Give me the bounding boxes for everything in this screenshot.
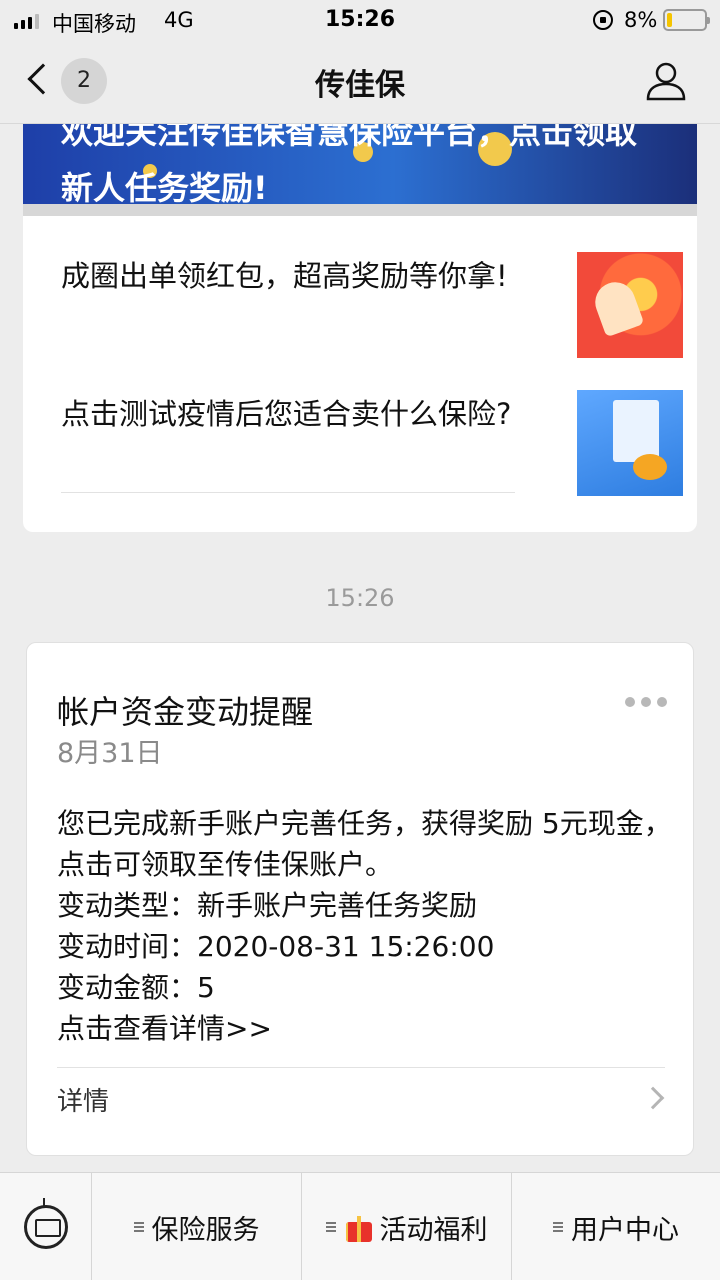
change-amount: 变动金额：5 xyxy=(57,971,215,1004)
bottom-menu-bar: 保险服务 活动福利 用户中心 xyxy=(0,1172,720,1280)
nav-bar: 2 传佳保 xyxy=(0,40,720,124)
menu-label: 用户中心 xyxy=(571,1214,679,1246)
notification-card[interactable]: 帐户资金变动提醒 8月31日 您已完成新手账户完善任务，获得奖励 5元现金，点击… xyxy=(26,642,694,1156)
status-bar: 中国移动 4G 15:26 8% xyxy=(0,0,720,40)
change-type: 变动类型：新手账户完善任务奖励 xyxy=(57,889,478,922)
page-title: 传佳保 xyxy=(315,68,405,103)
orientation-lock-icon xyxy=(593,10,613,30)
user-profile-icon[interactable] xyxy=(645,60,687,102)
gift-icon xyxy=(344,1212,374,1242)
notice-title: 帐户资金变动提醒 xyxy=(57,693,314,731)
menu-activity-benefits[interactable]: 活动福利 xyxy=(302,1173,512,1280)
menu-user-center[interactable]: 用户中心 xyxy=(512,1173,720,1280)
submenu-icon xyxy=(553,1221,563,1233)
banner-image[interactable]: 欢迎关注传佳保智慧保险平台，点击领取新人任务奖励! xyxy=(23,124,697,216)
article-title: 点击测试疫情后您适合卖什么保险? xyxy=(61,397,512,431)
battery-percent: 8% xyxy=(624,8,658,32)
notice-body: 您已完成新手账户完善任务，获得奖励 5元现金，点击可领取至传佳保账户。 变动类型… xyxy=(57,803,677,1049)
change-time: 变动时间：2020-08-31 15:26:00 xyxy=(57,930,495,963)
article-item[interactable]: 成圈出单领红包，超高奖励等你拿! xyxy=(61,252,683,372)
menu-insurance-service[interactable]: 保险服务 xyxy=(92,1173,302,1280)
battery-icon xyxy=(663,9,710,31)
notice-divider xyxy=(57,1067,665,1068)
insurance-test-thumbnail xyxy=(577,390,683,496)
menu-label: 活动福利 xyxy=(379,1214,488,1246)
details-label[interactable]: 详情 xyxy=(57,1081,109,1118)
article-item[interactable]: 点击测试疫情后您适合卖什么保险? xyxy=(61,390,683,510)
submenu-icon xyxy=(325,1221,336,1233)
keyboard-icon xyxy=(24,1198,68,1249)
article-card: 欢迎关注传佳保智慧保险平台，点击领取新人任务奖励! 成圈出单领红包，超高奖励等你… xyxy=(23,124,697,532)
notice-message: 您已完成新手账户完善任务，获得奖励 5元现金，点击可领取至传佳保账户。 xyxy=(57,807,672,881)
article-title: 成圈出单领红包，超高奖励等你拿! xyxy=(61,259,508,293)
red-envelope-thumbnail xyxy=(577,252,683,358)
message-timestamp: 15:26 xyxy=(325,584,395,612)
submenu-icon xyxy=(133,1221,144,1233)
chevron-right-icon[interactable] xyxy=(641,1086,665,1110)
view-details-link[interactable]: 点击查看详情>> xyxy=(57,1008,677,1049)
more-options-icon[interactable] xyxy=(625,697,667,707)
notice-date: 8月31日 xyxy=(57,738,163,769)
banner-text: 欢迎关注传佳保智慧保险平台，点击领取新人任务奖励! xyxy=(61,124,638,207)
menu-label: 保险服务 xyxy=(151,1214,260,1246)
keyboard-toggle-button[interactable] xyxy=(0,1173,92,1280)
